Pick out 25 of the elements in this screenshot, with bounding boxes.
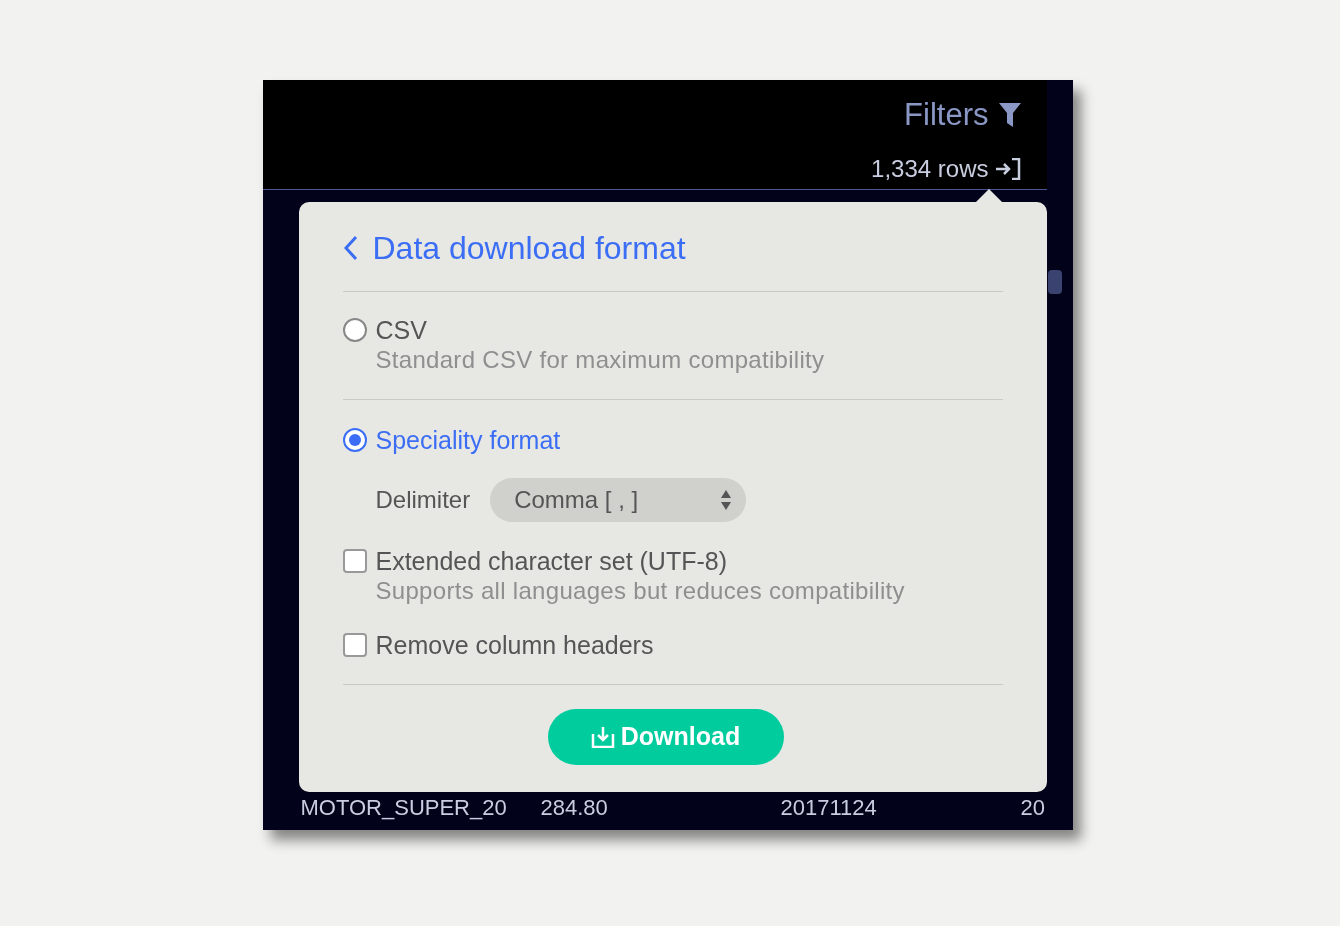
filter-icon [998, 103, 1021, 128]
option-description: Supports all languages but reduces compatibility [374, 576, 906, 606]
delimiter-label: Delimiter [375, 485, 471, 515]
export-icon [994, 157, 1021, 180]
table-cell-text: 20171124 [780, 794, 878, 822]
checkbox[interactable] [342, 549, 367, 573]
row-count: 1,334 rows [871, 153, 989, 184]
option-description: Standard CSV for maximum compatibility [374, 345, 826, 375]
table-cell-text: 20 [1020, 794, 1046, 822]
back-chevron-icon[interactable] [342, 235, 359, 261]
radio-button[interactable] [342, 318, 367, 342]
radio-button[interactable] [342, 428, 367, 452]
delimiter-select[interactable]: Comma [ , ] [490, 478, 747, 522]
filters-button[interactable]: Filters [904, 92, 989, 139]
scrollbar-thumb [1047, 270, 1062, 294]
checkbox[interactable] [342, 633, 367, 657]
download-icon [590, 726, 615, 748]
table-cell-text: 284.80 [540, 794, 609, 822]
dialog-title: Data download format [372, 229, 686, 268]
table-cell-text: MOTOR_SUPER_20 [300, 794, 508, 822]
option-label: CSV [375, 315, 427, 345]
option-label: Extended character set (UTF-8) [375, 546, 727, 576]
option-label: Speciality format [375, 425, 561, 455]
option-label: Remove column headers [375, 630, 654, 660]
up-down-caret-icon [720, 488, 733, 512]
